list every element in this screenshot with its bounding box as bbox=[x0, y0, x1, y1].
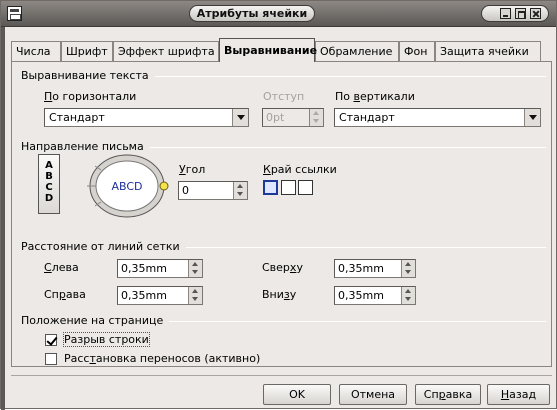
grid-spacing-heading: Расстояние от линий сетки bbox=[21, 240, 186, 253]
spin-arrows-icon[interactable] bbox=[188, 287, 202, 304]
minimize-icon[interactable] bbox=[500, 8, 511, 19]
spin-arrows-icon[interactable] bbox=[401, 260, 415, 277]
spin-arrows-icon[interactable] bbox=[401, 287, 415, 304]
title-bar[interactable]: Атрибуты ячейки bbox=[1, 1, 556, 27]
bottom-spacing-value: 0,35mm bbox=[338, 289, 384, 302]
wrap-text-label[interactable]: Разрыв строки bbox=[63, 332, 150, 347]
horizontal-alignment-value: Стандарт bbox=[49, 111, 105, 124]
cancel-button[interactable]: Отмена bbox=[339, 384, 407, 405]
vertical-stacked-text-button[interactable]: A B C D bbox=[38, 154, 60, 214]
tab-alignment[interactable]: Выравнивание bbox=[219, 38, 317, 62]
angle-label: Угол bbox=[179, 163, 206, 176]
dial-handle-icon[interactable] bbox=[159, 181, 169, 191]
dial-text: ABCD bbox=[111, 180, 142, 193]
dialog-window: Атрибуты ячейки Числа Шрифт Эффект шрифт… bbox=[0, 0, 557, 410]
text-alignment-heading: Выравнивание текста bbox=[21, 69, 155, 82]
horizontal-label: По горизонтали bbox=[44, 90, 137, 103]
tab-borders[interactable]: Обрамление bbox=[315, 41, 399, 61]
bottom-spacing-label: Внизу bbox=[262, 288, 297, 301]
bottom-spacing-spinner[interactable]: 0,35mm bbox=[334, 286, 416, 305]
tab-font[interactable]: Шрифт bbox=[61, 41, 113, 61]
left-spacing-spinner[interactable]: 0,35mm bbox=[117, 259, 203, 278]
chevron-down-icon[interactable] bbox=[232, 109, 248, 126]
indent-spinner[interactable]: 0pt bbox=[262, 108, 324, 127]
divider bbox=[11, 375, 552, 376]
tab-numbers[interactable]: Числа bbox=[11, 41, 61, 61]
window-title: Атрибуты ячейки bbox=[189, 5, 315, 22]
stacked-letter: A bbox=[45, 160, 53, 171]
top-spacing-label: Сверху bbox=[262, 261, 303, 274]
spin-arrows-icon[interactable] bbox=[309, 109, 323, 126]
edge-inside-icon[interactable] bbox=[298, 180, 313, 195]
hyphenation-checkbox[interactable] bbox=[45, 353, 57, 365]
tab-background[interactable]: Фон bbox=[399, 41, 435, 61]
page-position-heading: Положение на странице bbox=[21, 314, 170, 327]
close-icon[interactable] bbox=[530, 8, 541, 19]
window-controls bbox=[481, 5, 549, 22]
tab-cell-protection[interactable]: Защита ячейки bbox=[435, 41, 541, 61]
left-spacing-label: Слева bbox=[44, 261, 79, 274]
help-button[interactable]: Справка bbox=[415, 384, 481, 405]
top-spacing-value: 0,35mm bbox=[338, 262, 384, 275]
rotation-dial[interactable]: ABCD bbox=[87, 150, 171, 222]
vertical-alignment-select[interactable]: Стандарт bbox=[334, 108, 541, 127]
indent-value: 0pt bbox=[266, 111, 285, 124]
horizontal-alignment-select[interactable]: Стандарт bbox=[44, 108, 249, 127]
window-menu-icon[interactable] bbox=[7, 6, 22, 21]
edge-top-icon[interactable] bbox=[281, 180, 296, 195]
right-spacing-spinner[interactable]: 0,35mm bbox=[117, 286, 203, 305]
tab-bar: Числа Шрифт Эффект шрифта Выравнивание О… bbox=[11, 38, 551, 62]
spin-arrows-icon[interactable] bbox=[188, 260, 202, 277]
ok-button[interactable]: OK bbox=[263, 384, 331, 405]
right-spacing-label: Справа bbox=[44, 288, 86, 301]
left-spacing-value: 0,35mm bbox=[121, 262, 167, 275]
tab-font-effects[interactable]: Эффект шрифта bbox=[113, 41, 219, 61]
hyphenation-label[interactable]: Расстановка переносов (активно) bbox=[64, 352, 260, 365]
vertical-alignment-value: Стандарт bbox=[339, 111, 395, 124]
chevron-down-icon[interactable] bbox=[524, 109, 540, 126]
top-spacing-spinner[interactable]: 0,35mm bbox=[334, 259, 416, 278]
reference-edge-label: Край ссылки bbox=[263, 163, 337, 176]
back-button[interactable]: Назад bbox=[487, 384, 550, 405]
vertical-label: По вертикали bbox=[335, 90, 415, 103]
stacked-letter: D bbox=[44, 193, 54, 204]
edge-bottom-icon[interactable] bbox=[263, 180, 278, 195]
indent-label: Отступ bbox=[263, 90, 305, 103]
right-spacing-value: 0,35mm bbox=[121, 289, 167, 302]
stacked-letter: C bbox=[45, 182, 53, 193]
angle-spinner[interactable]: 0 bbox=[178, 181, 248, 200]
stacked-letter: B bbox=[45, 171, 53, 182]
maximize-icon[interactable] bbox=[515, 8, 526, 19]
wrap-text-checkbox[interactable] bbox=[45, 334, 57, 346]
spin-arrows-icon[interactable] bbox=[233, 182, 247, 199]
window-left-border bbox=[1, 27, 5, 410]
angle-value: 0 bbox=[182, 184, 189, 197]
